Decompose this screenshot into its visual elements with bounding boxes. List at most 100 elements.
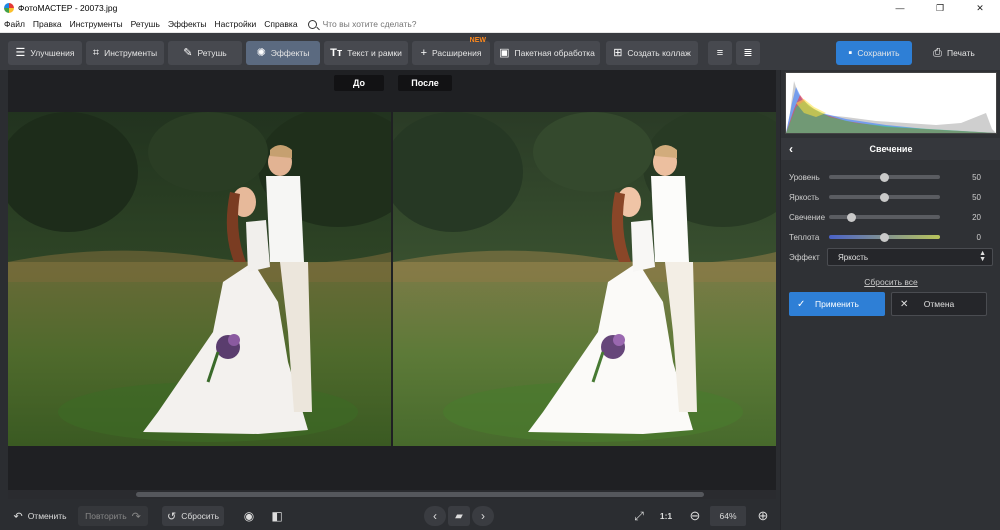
brush-icon: ✎ [183, 46, 193, 59]
histogram [785, 72, 997, 134]
slider-knob[interactable] [880, 172, 889, 182]
compare-button[interactable]: ◧ [266, 506, 288, 526]
crop-icon: ⌗ [92, 46, 100, 59]
minimize-button[interactable]: — [880, 0, 920, 16]
tab-retouch[interactable]: ✎ Ретушь [168, 41, 242, 65]
printer-icon: ⎙ [933, 46, 942, 59]
redo-button[interactable]: Повторить ↷ [78, 506, 148, 526]
zoom-1to1-button[interactable]: 1:1 [654, 506, 678, 526]
scrollbar-thumb[interactable] [136, 492, 704, 497]
reset-label: Сбросить [181, 511, 219, 521]
tab-effects[interactable]: ✺ Эффекты [246, 41, 320, 65]
slider-value: 20 [972, 212, 981, 222]
menu-retouch[interactable]: Ретушь [131, 19, 160, 29]
apply-button[interactable]: ✓ Применить [789, 292, 885, 316]
menu-file[interactable]: Файл [4, 19, 25, 29]
slider-track[interactable] [829, 232, 940, 242]
tab-extensions[interactable]: + Расширения NEW [412, 37, 490, 65]
window-title: ФотоМАСТЕР - 20073.jpg [18, 3, 118, 13]
search-input[interactable] [322, 19, 453, 29]
new-badge: NEW [469, 37, 486, 44]
undo-icon: ↶ [13, 510, 23, 523]
panel-title: Свечение [869, 144, 913, 154]
tab-batch[interactable]: ▣ Пакетная обработка [494, 41, 600, 65]
slider-track[interactable] [829, 212, 940, 222]
chevron-left-icon[interactable]: ‹ [789, 142, 793, 156]
slider-level[interactable]: Уровень 50 [789, 170, 989, 184]
check-icon: ✓ [797, 298, 806, 310]
undo-label: Отменить [27, 511, 67, 521]
menu-tools[interactable]: Инструменты [70, 19, 123, 29]
close-icon: ✕ [900, 298, 909, 310]
tab-label: Создать коллаж [627, 48, 691, 58]
eye-icon: ◉ [243, 509, 255, 523]
tab-label: Инструменты [104, 48, 158, 58]
folder-icon: ▰ [455, 510, 463, 522]
main-toolbar: ☰ Улучшения ⌗ Инструменты ✎ Ретушь ✺ Эфф… [0, 33, 1000, 70]
title-bar: ФотоМАСТЕР - 20073.jpg — ❐ ✕ [0, 0, 1000, 16]
panel-header: ‹ Свечение [781, 138, 1000, 160]
horizontal-scrollbar[interactable] [8, 490, 776, 499]
tab-enhancements[interactable]: ☰ Улучшения [8, 41, 82, 65]
fullscreen-icon: ⤢ [634, 508, 644, 523]
slider-label: Свечение [789, 212, 826, 222]
menu-settings[interactable]: Настройки [215, 19, 257, 29]
zoom-value[interactable]: 64% [710, 506, 746, 526]
reset-all-link[interactable]: Сбросить все [781, 277, 1000, 287]
effect-select-value: Яркость [838, 252, 869, 262]
sliders-icon: ☰ [15, 46, 26, 59]
plus-icon: + [420, 46, 427, 59]
undo-button[interactable]: ↶ Отменить [8, 506, 72, 526]
tab-label: Текст и рамки [347, 48, 402, 58]
menu-edit[interactable]: Правка [33, 19, 62, 29]
apply-label: Применить [815, 299, 859, 309]
prev-image-button[interactable]: ‹ [424, 506, 446, 526]
slider-brightness[interactable]: Яркость 50 [789, 190, 989, 204]
photo-after [393, 112, 776, 446]
tab-tools[interactable]: ⌗ Инструменты [86, 41, 164, 65]
tab-text-frames[interactable]: Tт Текст и рамки [324, 41, 408, 65]
print-button[interactable]: ⎙ Печать [916, 41, 992, 65]
preview-eye-button[interactable]: ◉ [238, 506, 260, 526]
maximize-button[interactable]: ❐ [920, 0, 960, 16]
cancel-label: Отмена [923, 299, 955, 309]
effects-panel: ‹ Свечение Уровень 50 Яркость 50 Свечени… [780, 70, 1000, 530]
effect-label: Эффект [789, 252, 820, 262]
slider-track[interactable] [829, 192, 940, 202]
slider-knob[interactable] [846, 212, 856, 222]
reset-button[interactable]: ↺ Сбросить [162, 506, 224, 526]
photo-canvas[interactable]: До После [8, 70, 776, 490]
tab-label: Улучшения [30, 48, 75, 58]
slider-glow[interactable]: Свечение 20 [789, 210, 989, 224]
slider-knob[interactable] [880, 232, 889, 242]
slider-label: Теплота [789, 232, 820, 242]
zoom-out-button[interactable]: ⊖ [684, 506, 706, 526]
collage-icon: ⊞ [613, 46, 623, 59]
zoom-in-button[interactable]: ⊕ [752, 506, 774, 526]
search-icon [307, 19, 317, 29]
reset-icon: ↺ [167, 510, 177, 523]
add-adjustments-button[interactable]: ≡ [708, 41, 732, 65]
menu-effects[interactable]: Эффекты [168, 19, 207, 29]
slider-track[interactable] [829, 172, 940, 182]
menu-bar: Файл Правка Инструменты Ретушь Эффекты Н… [0, 16, 1000, 33]
history-button[interactable]: ≣ [736, 41, 760, 65]
slider-value: 50 [972, 192, 981, 202]
effect-select[interactable]: Яркость ▲ ▼ [827, 248, 993, 266]
close-button[interactable]: ✕ [960, 0, 1000, 16]
fit-screen-button[interactable]: ⤢ [628, 506, 650, 526]
next-image-button[interactable]: › [472, 506, 494, 526]
menu-help[interactable]: Справка [264, 19, 297, 29]
slider-knob[interactable] [880, 192, 889, 202]
tab-collage[interactable]: ⊞ Создать коллаж [606, 41, 698, 65]
slider-warmth[interactable]: Теплота 0 [789, 230, 989, 244]
window-controls: — ❐ ✕ [880, 0, 1000, 16]
list-add-icon: ≡ [716, 46, 724, 59]
open-folder-button[interactable]: ▰ [448, 506, 470, 526]
plus-circle-icon: ⊕ [757, 508, 769, 523]
menu-search [307, 19, 453, 29]
split-view-icon: ◧ [271, 509, 283, 523]
zoom-ratio-label: 1:1 [659, 511, 673, 521]
save-button[interactable]: ▪ Сохранить [836, 41, 912, 65]
cancel-button[interactable]: ✕ Отмена [891, 292, 987, 316]
